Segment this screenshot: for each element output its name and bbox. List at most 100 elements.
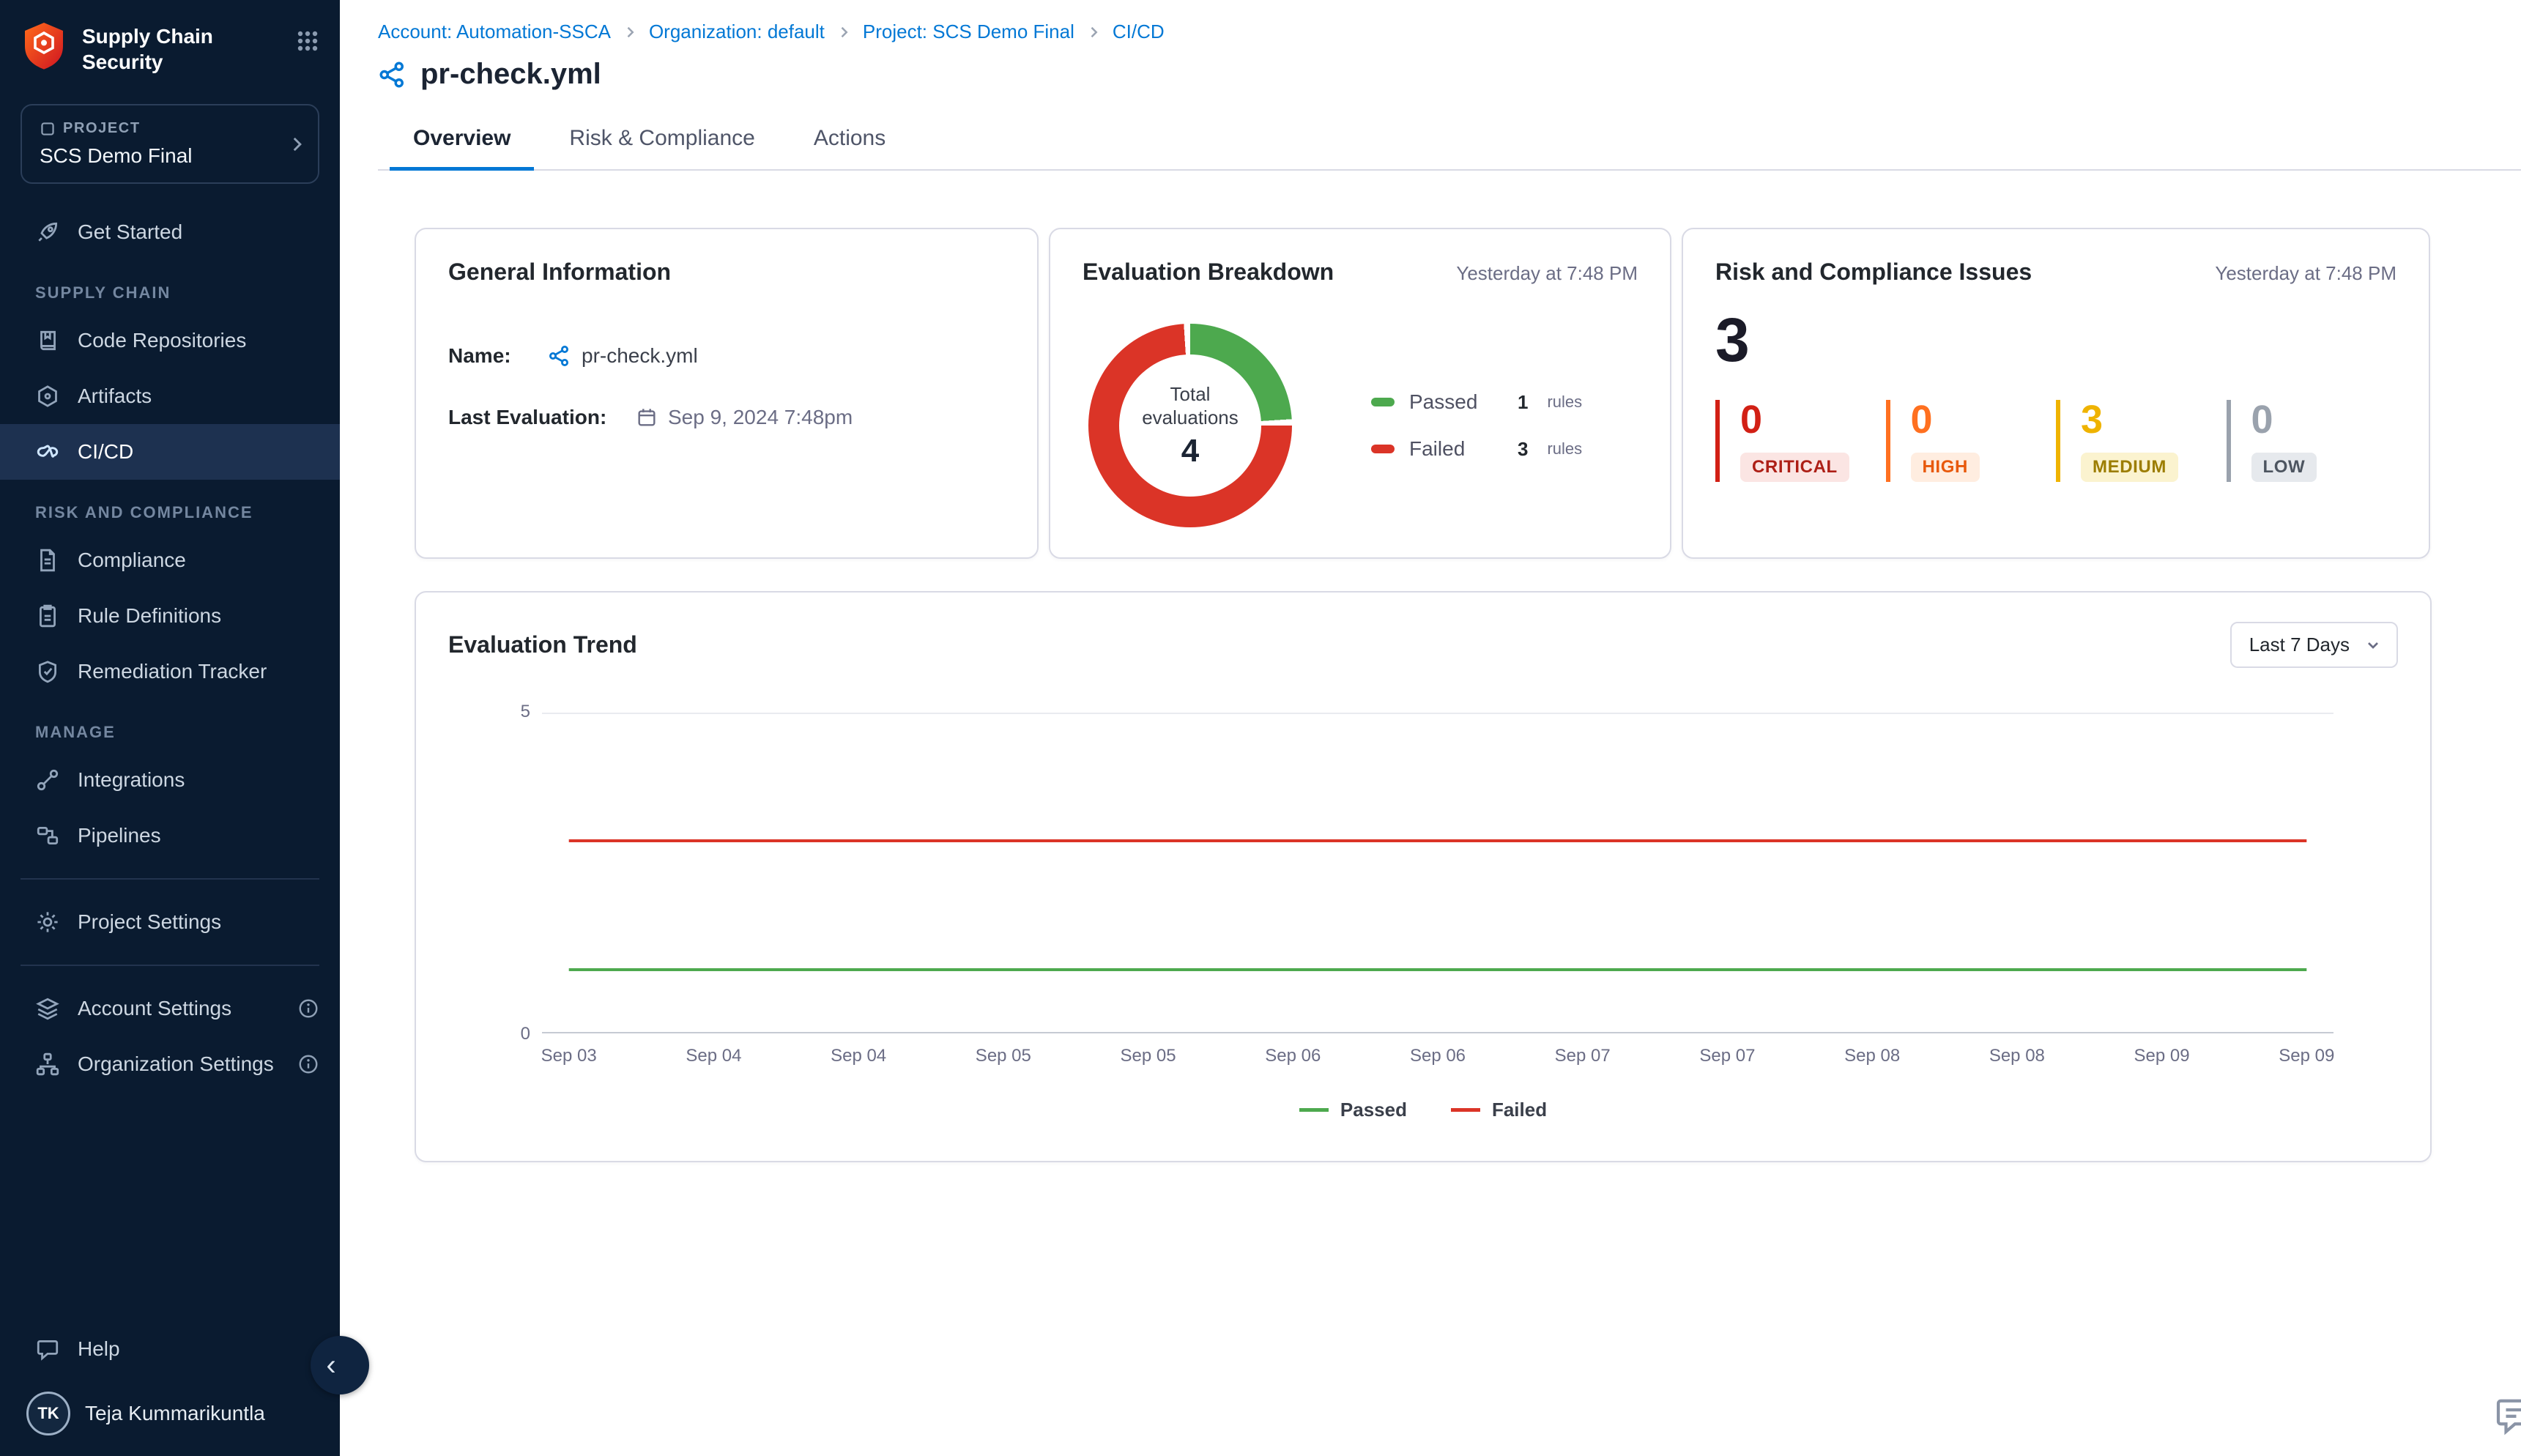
sidebar-item-remediation-tracker[interactable]: Remediation Tracker <box>0 644 340 699</box>
legend-line-swatch <box>1451 1108 1480 1112</box>
support-chat-icon[interactable] <box>2493 1394 2521 1435</box>
card-timestamp: Yesterday at 7:48 PM <box>1456 262 1638 285</box>
risk-compliance-issues-card: Risk and Compliance Issues Yesterday at … <box>1682 228 2430 559</box>
failed-swatch <box>1371 445 1395 453</box>
breadcrumb-project[interactable]: Project: SCS Demo Final <box>863 21 1074 43</box>
sidebar-item-project-settings[interactable]: Project Settings <box>0 894 340 950</box>
general-information-card: General Information Name: pr-check.yml <box>415 228 1039 559</box>
tab-actions[interactable]: Actions <box>790 111 909 171</box>
brand: Supply Chain Security <box>0 0 340 89</box>
legend-label: Failed <box>1492 1099 1547 1121</box>
layers-icon <box>35 996 60 1021</box>
sidebar-item-account-settings[interactable]: Account Settings <box>0 981 340 1036</box>
last-evaluation-value: Sep 9, 2024 7:48pm <box>668 406 853 429</box>
donut-center-label: Total evaluations <box>1129 382 1252 430</box>
breadcrumb-organization[interactable]: Organization: default <box>649 21 825 43</box>
sidebar-item-rule-definitions[interactable]: Rule Definitions <box>0 588 340 644</box>
legend-count: 3 <box>1518 438 1528 461</box>
avatar: TK <box>26 1392 70 1435</box>
sidebar-item-cicd[interactable]: CI/CD <box>0 424 340 480</box>
sidebar-item-help[interactable]: Help <box>0 1321 340 1377</box>
tabs: Overview Risk & Compliance Actions <box>378 111 2521 171</box>
pipeline-nodes-icon <box>548 344 571 368</box>
breadcrumb-cicd[interactable]: CI/CD <box>1113 21 1165 43</box>
card-title: Evaluation Trend <box>448 631 637 658</box>
severity-badge: HIGH <box>1911 453 1980 482</box>
pipelines-icon <box>35 823 60 848</box>
tab-overview[interactable]: Overview <box>390 111 534 171</box>
sidebar-item-label: Artifacts <box>78 385 152 408</box>
calendar-icon <box>636 406 658 428</box>
chevron-down-icon <box>2364 636 2382 654</box>
sidebar-item-label: Code Repositories <box>78 329 246 352</box>
sidebar-item-label: Organization Settings <box>78 1052 274 1076</box>
module-grid-icon[interactable] <box>296 29 319 53</box>
chevron-right-icon <box>1086 25 1101 40</box>
divider <box>21 878 319 880</box>
name-label: Name: <box>448 344 533 368</box>
tab-risk-compliance[interactable]: Risk & Compliance <box>546 111 778 171</box>
x-axis-label: Sep 05 <box>976 1046 1031 1066</box>
legend-unit: rules <box>1547 393 1582 412</box>
risk-stat-medium: 3 MEDIUM <box>2056 400 2227 482</box>
user-profile[interactable]: TK Teja Kummarikuntla <box>0 1377 340 1435</box>
risk-stats: 0 CRITICAL 0 HIGH 3 MEDIUM 0 <box>1715 400 2396 482</box>
sidebar-item-code-repositories[interactable]: Code Repositories <box>0 313 340 368</box>
evaluation-trend-card: Evaluation Trend Last 7 Days 05 Sep 03Se… <box>415 591 2432 1162</box>
legend-count: 1 <box>1518 391 1528 414</box>
y-axis-label: 5 <box>498 702 530 722</box>
sidebar-item-integrations[interactable]: Integrations <box>0 752 340 808</box>
shield-check-icon <box>35 659 60 684</box>
trend-legend-item: Passed <box>1299 1099 1407 1121</box>
repo-icon <box>35 328 60 353</box>
x-axis-label: Sep 09 <box>2134 1046 2190 1066</box>
card-title: Evaluation Breakdown <box>1083 259 1334 286</box>
date-range-select[interactable]: Last 7 Days <box>2230 622 2398 668</box>
breadcrumb-account[interactable]: Account: Automation-SSCA <box>378 21 611 43</box>
gear-icon <box>35 910 60 935</box>
sidebar-bottom: Help TK Teja Kummarikuntla <box>0 1321 340 1456</box>
integrations-icon <box>35 768 60 792</box>
x-axis-label: Sep 06 <box>1265 1046 1321 1066</box>
sidebar-item-label: Account Settings <box>78 997 231 1020</box>
sidebar-item-pipelines[interactable]: Pipelines <box>0 808 340 863</box>
breakdown-legend: Passed 1 rules Failed 3 rules <box>1371 390 1582 461</box>
info-icon[interactable] <box>297 998 319 1019</box>
legend-unit: rules <box>1547 439 1582 458</box>
evaluation-breakdown-card: Evaluation Breakdown Yesterday at 7:48 P… <box>1049 228 1671 559</box>
sidebar-item-get-started[interactable]: Get Started <box>0 204 340 260</box>
sidebar-collapse-button[interactable]: ‹ <box>311 1336 369 1394</box>
info-icon[interactable] <box>297 1053 319 1075</box>
x-axis-label: Sep 08 <box>1989 1046 2045 1066</box>
x-axis-label: Sep 08 <box>1844 1046 1900 1066</box>
sidebar-item-artifacts[interactable]: Artifacts <box>0 368 340 424</box>
trend-x-axis-labels: Sep 03Sep 04Sep 04Sep 05Sep 05Sep 06Sep … <box>542 1046 2333 1075</box>
risk-stat-high: 0 HIGH <box>1886 400 2057 482</box>
sidebar-item-label: Rule Definitions <box>78 604 221 628</box>
x-axis-label: Sep 06 <box>1410 1046 1466 1066</box>
pipeline-nodes-icon <box>378 60 407 89</box>
sidebar-item-organization-settings[interactable]: Organization Settings <box>0 1036 340 1092</box>
severity-badge: CRITICAL <box>1740 453 1849 482</box>
sidebar-item-compliance[interactable]: Compliance <box>0 532 340 588</box>
project-box-icon <box>40 121 56 137</box>
chevron-right-icon <box>287 135 306 154</box>
severity-badge: MEDIUM <box>2081 453 2178 482</box>
sidebar-nav: Get Started SUPPLY CHAIN Code Repositori… <box>0 204 340 1321</box>
x-axis-label: Sep 09 <box>2279 1046 2334 1066</box>
legend-label: Passed <box>1340 1099 1407 1121</box>
content: General Information Name: pr-check.yml <box>340 171 2521 1162</box>
stat-value: 0 <box>1911 400 2057 439</box>
project-selector[interactable]: PROJECT SCS Demo Final <box>21 104 319 184</box>
legend-label: Passed <box>1409 390 1503 414</box>
main-header: Account: Automation-SSCA Organization: d… <box>340 0 2521 171</box>
sidebar-item-label: Compliance <box>78 549 186 572</box>
main: Account: Automation-SSCA Organization: d… <box>340 0 2521 1456</box>
risk-total: 3 <box>1715 309 2396 371</box>
chevron-right-icon <box>836 25 851 40</box>
infinity-icon <box>35 439 60 464</box>
name-row: Name: pr-check.yml <box>448 344 1005 368</box>
help-chat-icon <box>35 1337 60 1362</box>
sidebar-section-supply-chain: SUPPLY CHAIN <box>0 260 340 313</box>
project-label: PROJECT <box>63 120 141 137</box>
